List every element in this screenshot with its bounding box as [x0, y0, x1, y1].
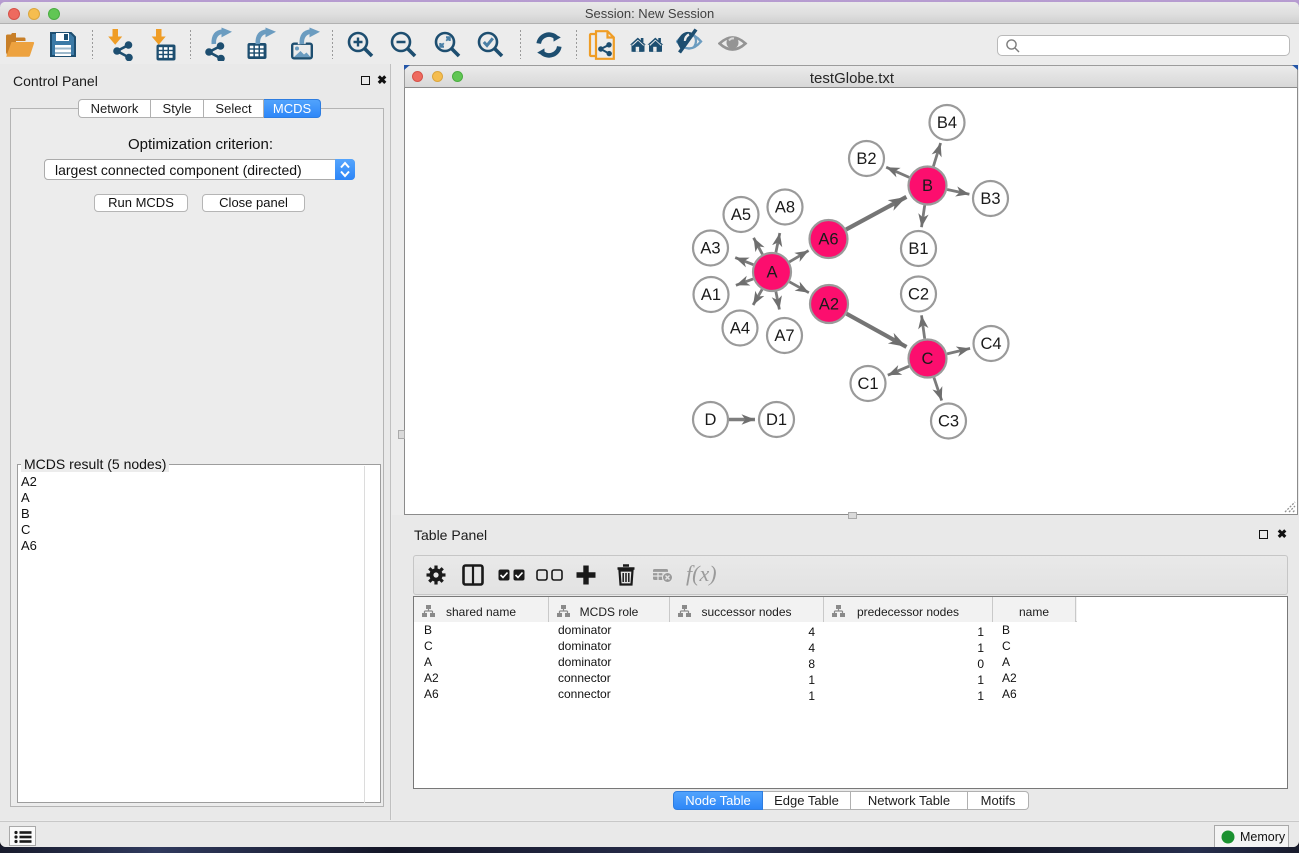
svg-text:A3: A3 — [700, 240, 720, 258]
svg-text:C: C — [922, 350, 934, 368]
svg-text:C1: C1 — [857, 375, 878, 393]
svg-text:A2: A2 — [819, 296, 839, 314]
svg-text:C4: C4 — [980, 335, 1001, 353]
svg-text:A6: A6 — [818, 231, 838, 249]
svg-text:D: D — [705, 411, 717, 429]
svg-text:C2: C2 — [908, 286, 929, 304]
svg-text:A1: A1 — [701, 286, 721, 304]
svg-text:B4: B4 — [937, 114, 957, 132]
svg-text:A7: A7 — [774, 327, 794, 345]
svg-text:A5: A5 — [731, 206, 751, 224]
svg-text:B2: B2 — [856, 150, 876, 168]
svg-text:A4: A4 — [730, 320, 750, 338]
svg-text:C3: C3 — [938, 413, 959, 431]
svg-text:D1: D1 — [766, 411, 787, 429]
svg-text:B3: B3 — [980, 190, 1000, 208]
svg-text:B1: B1 — [908, 240, 928, 258]
svg-text:A: A — [766, 264, 777, 282]
svg-text:A8: A8 — [775, 199, 795, 217]
svg-text:B: B — [922, 177, 933, 195]
